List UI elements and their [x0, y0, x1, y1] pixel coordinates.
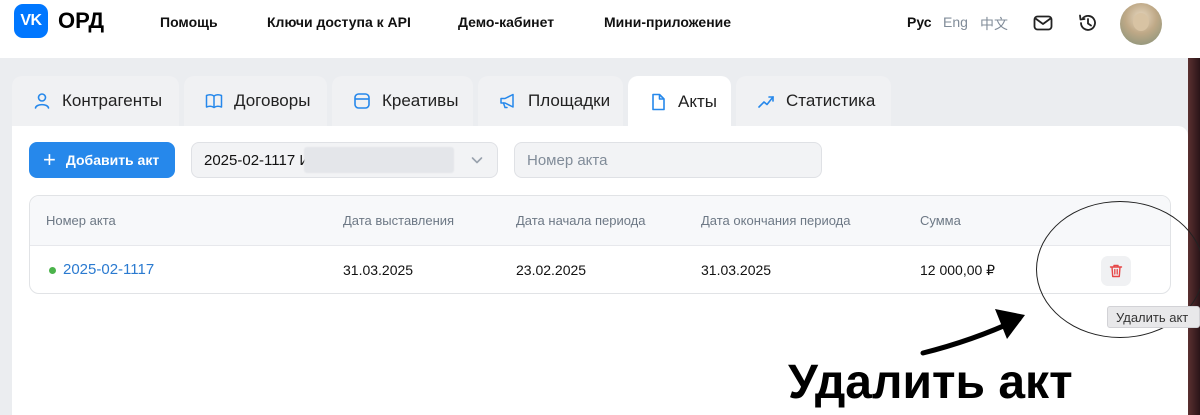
- column-header: Дата выставления: [343, 213, 455, 228]
- amount: 12 000,00 ₽: [920, 262, 996, 278]
- lang-en[interactable]: Eng: [943, 14, 968, 30]
- avatar-face: [1133, 13, 1149, 31]
- add-act-label: Добавить акт: [65, 152, 160, 168]
- tab-label: Площадки: [528, 91, 611, 110]
- period-end-date: 31.03.2025: [701, 262, 772, 278]
- vk-logo[interactable]: VK: [14, 4, 48, 38]
- lang-zh[interactable]: 中文: [980, 14, 1008, 34]
- tab-platforms[interactable]: Площадки: [478, 76, 623, 126]
- history-icon[interactable]: [1077, 12, 1099, 34]
- top-bar: VK ОРД Помощь Ключи доступа к API Демо-к…: [0, 0, 1200, 58]
- tab-label: Договоры: [234, 91, 311, 110]
- tab-label: Креативы: [382, 91, 459, 110]
- book-icon: [205, 94, 223, 109]
- tab-counterparties[interactable]: Контрагенты: [12, 76, 179, 126]
- chevron-down-icon: [471, 157, 483, 164]
- nav-help[interactable]: Помощь: [160, 14, 218, 30]
- tab-label: Акты: [678, 92, 717, 111]
- act-number-link[interactable]: 2025-02-1117: [63, 261, 154, 278]
- nav-mini-app[interactable]: Мини-приложение: [604, 14, 731, 30]
- column-header: Сумма: [920, 213, 961, 228]
- status-dot: [49, 267, 56, 274]
- tab-creatives[interactable]: Креативы: [332, 76, 473, 126]
- nav-api-keys[interactable]: Ключи доступа к API: [267, 14, 411, 30]
- lang-ru[interactable]: Рус: [907, 14, 932, 30]
- brand-title[interactable]: ОРД: [58, 8, 104, 34]
- tab-label: Контрагенты: [62, 91, 163, 110]
- period-start-date: 23.02.2025: [516, 262, 587, 278]
- issue-date: 31.03.2025: [343, 262, 414, 278]
- tab-acts[interactable]: Акты: [628, 76, 731, 128]
- plus-icon: +: [43, 147, 56, 172]
- column-header: Дата начала периода: [516, 213, 646, 228]
- column-header: Дата окончания периода: [701, 213, 851, 228]
- table-header: Номер акта Дата выставления Дата начала …: [30, 196, 1170, 246]
- document-icon: [652, 93, 665, 111]
- delete-tooltip: Удалить акт: [1107, 306, 1200, 328]
- tab-contracts[interactable]: Договоры: [184, 76, 327, 126]
- column-header: Номер акта: [46, 213, 116, 228]
- contract-select-value: 2025-02-1117 И: [204, 152, 311, 169]
- mail-icon[interactable]: [1032, 12, 1054, 34]
- megaphone-icon: [500, 93, 514, 109]
- contract-select[interactable]: 2025-02-1117 И: [191, 142, 498, 178]
- creative-icon: [354, 93, 370, 109]
- annotation-label: Удалить акт: [788, 356, 1073, 409]
- redacted-area: [304, 147, 454, 173]
- tab-statistics[interactable]: Статистика: [736, 76, 891, 126]
- acts-table: Номер акта Дата выставления Дата начала …: [29, 195, 1171, 294]
- chart-icon: [758, 96, 774, 108]
- tab-label: Статистика: [786, 91, 876, 110]
- user-icon: [34, 93, 50, 109]
- act-number-input[interactable]: [514, 142, 822, 178]
- add-act-button[interactable]: + Добавить акт: [29, 142, 175, 178]
- avatar[interactable]: [1120, 3, 1162, 45]
- nav-demo-cabinet[interactable]: Демо-кабинет: [458, 14, 554, 30]
